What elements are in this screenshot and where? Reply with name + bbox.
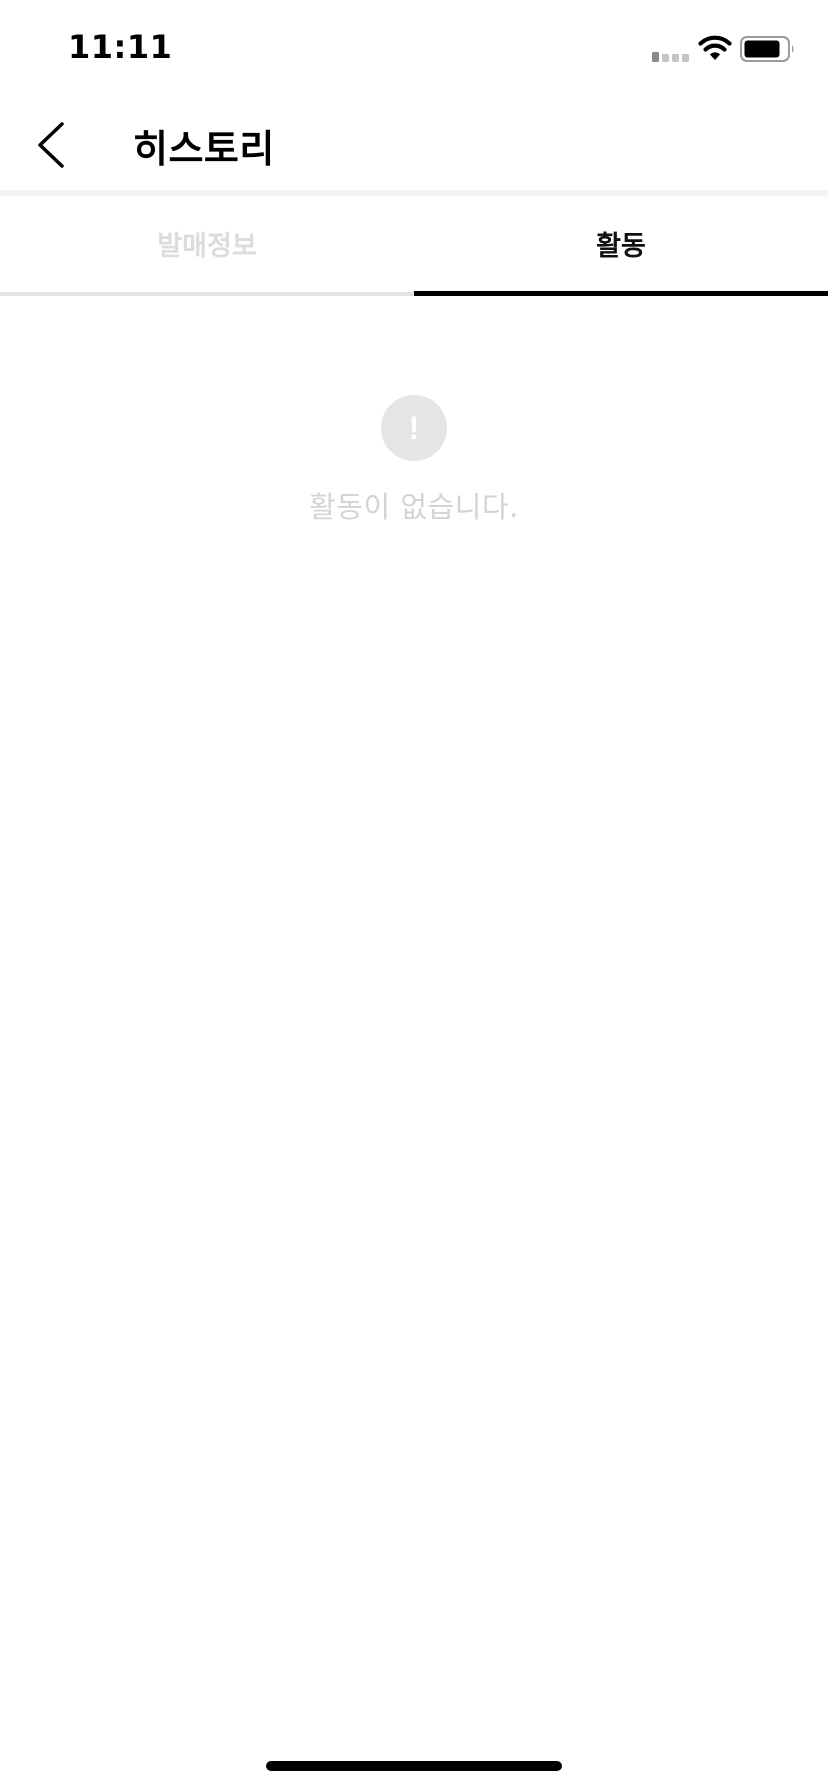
home-indicator[interactable] (266, 1761, 562, 1771)
empty-state-message: 활동이 없습니다. (309, 490, 519, 524)
chevron-left-icon (38, 122, 64, 168)
signal-icon (652, 52, 689, 62)
empty-state: ! 활동이 없습니다. (0, 394, 828, 526)
tab-release-info-label: 발매정보 (157, 230, 257, 262)
tab-release-info-underline (0, 292, 414, 296)
tab-activity-label: 활동 (596, 230, 646, 262)
wifi-icon (698, 35, 732, 60)
tab-release-info[interactable]: 발매정보 (0, 196, 414, 290)
status-bar: 11:11 (0, 0, 828, 100)
tab-bar: 발매정보 활동 (0, 196, 828, 296)
back-button[interactable] (24, 114, 84, 174)
history-screen: 11:11 히스토리 발매정보 활동 ! 활동이 없습니다. (0, 0, 828, 1792)
page-title: 히스토리 (133, 127, 275, 171)
tab-activity-underline (414, 291, 828, 296)
status-time: 11:11 (68, 28, 173, 66)
battery-icon (740, 36, 794, 62)
app-header: 히스토리 (0, 100, 828, 188)
svg-text:!: ! (409, 410, 420, 446)
tab-activity[interactable]: 활동 (414, 196, 828, 290)
exclamation-circle-icon: ! (381, 395, 447, 461)
